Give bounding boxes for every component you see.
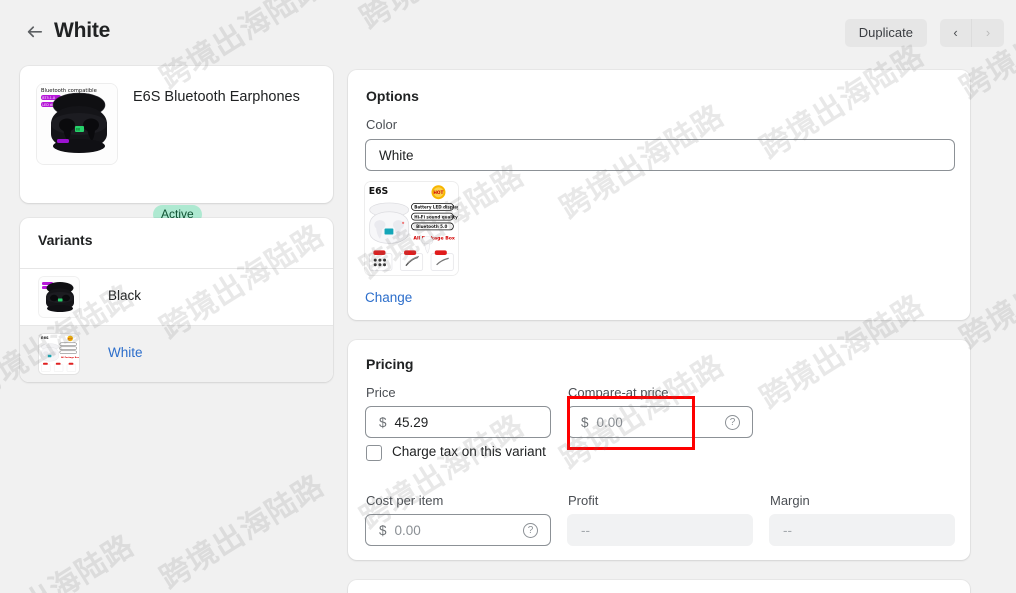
price-input[interactable]: $ 45.29: [365, 406, 551, 438]
variant-thumbnail: [39, 277, 79, 317]
color-input-value: White: [379, 147, 414, 163]
charge-tax-label[interactable]: Charge tax on this variant: [392, 444, 546, 459]
variant-list-item-white[interactable]: E6S HOT All Package Box White: [20, 325, 333, 382]
price-input-value: 45.29: [394, 414, 429, 430]
question-mark-icon[interactable]: ?: [523, 522, 538, 538]
currency-symbol: $: [581, 414, 589, 430]
margin-value: --: [783, 522, 792, 538]
svg-text:88: 88: [76, 128, 81, 132]
compare-at-price-label: Compare-at price: [568, 385, 669, 400]
variant-thumbnail: E6S HOT All Package Box: [39, 334, 79, 374]
color-field-label: Color: [366, 117, 398, 132]
cost-per-item-value: 0.00: [394, 522, 421, 538]
margin-value-field: --: [769, 514, 955, 546]
next-section-card: [348, 580, 970, 593]
profit-label: Profit: [568, 493, 599, 508]
profit-value-field: --: [567, 514, 753, 546]
svg-text:BT5.1.0: BT5.1.0: [42, 96, 55, 100]
chevron-left-icon[interactable]: ‹: [940, 19, 972, 47]
page-header: White Duplicate ‹ ›: [0, 0, 1016, 62]
change-image-link[interactable]: Change: [365, 290, 412, 305]
duplicate-button[interactable]: Duplicate: [844, 19, 927, 47]
svg-text:Bluetooth compatible: Bluetooth compatible: [41, 88, 97, 94]
app-root: White Duplicate ‹ › Bluetooth compatible…: [0, 0, 1016, 593]
pricing-card: Pricing Price $ 45.29 Compare-at price $…: [348, 340, 970, 560]
variant-pagination: ‹ ›: [940, 19, 1004, 47]
svg-text:HOT: HOT: [433, 190, 443, 196]
svg-text:All Package Box: All Package Box: [61, 357, 79, 359]
variant-label: Black: [108, 288, 142, 303]
variants-card: Variants Black E6S HOT All Package Box W…: [20, 218, 333, 382]
options-card: Options Color White E6S HOT Battery LED …: [348, 70, 970, 320]
variant-list-item-black[interactable]: Black: [20, 268, 333, 325]
watermark-text: 跨境出海陆路: [0, 528, 141, 593]
product-name: E6S Bluetooth Earphones: [133, 89, 300, 105]
variant-image-preview[interactable]: E6S HOT Battery LED display Hi-Fi sound …: [365, 182, 458, 275]
price-field-label: Price: [366, 385, 396, 400]
chevron-right-icon: ›: [972, 19, 1004, 47]
currency-symbol: $: [379, 414, 387, 430]
svg-text:Battery LED display: Battery LED display: [414, 205, 458, 210]
page-title: White: [54, 19, 111, 42]
svg-text:Bluetooth 5.0: Bluetooth 5.0: [416, 224, 447, 229]
options-heading: Options: [366, 88, 419, 104]
currency-symbol: $: [379, 522, 387, 538]
cost-per-item-input[interactable]: $ 0.00 ?: [365, 514, 551, 546]
svg-text:All Package Box: All Package Box: [413, 236, 455, 242]
svg-text:Hi-Fi sound quality: Hi-Fi sound quality: [414, 214, 458, 219]
variant-label: White: [108, 345, 143, 360]
charge-tax-checkbox[interactable]: [366, 445, 382, 461]
question-mark-icon[interactable]: ?: [725, 414, 740, 430]
product-thumbnail: Bluetooth compatible BT5.1.0 LED display…: [37, 84, 117, 164]
arrow-left-icon[interactable]: [25, 22, 45, 42]
svg-text:E6S: E6S: [369, 186, 389, 197]
cost-per-item-label: Cost per item: [366, 493, 444, 508]
profit-value: --: [581, 522, 590, 538]
pricing-heading: Pricing: [366, 356, 414, 372]
compare-at-price-input[interactable]: $ 0.00 ?: [567, 406, 753, 438]
margin-label: Margin: [770, 493, 810, 508]
compare-at-price-value: 0.00: [596, 414, 623, 430]
color-input[interactable]: White: [365, 139, 955, 171]
product-summary-card: Bluetooth compatible BT5.1.0 LED display…: [20, 66, 333, 246]
watermark-text: 跨境出海陆路: [154, 468, 331, 593]
svg-text:E6S: E6S: [41, 336, 49, 340]
variants-heading: Variants: [38, 232, 93, 248]
